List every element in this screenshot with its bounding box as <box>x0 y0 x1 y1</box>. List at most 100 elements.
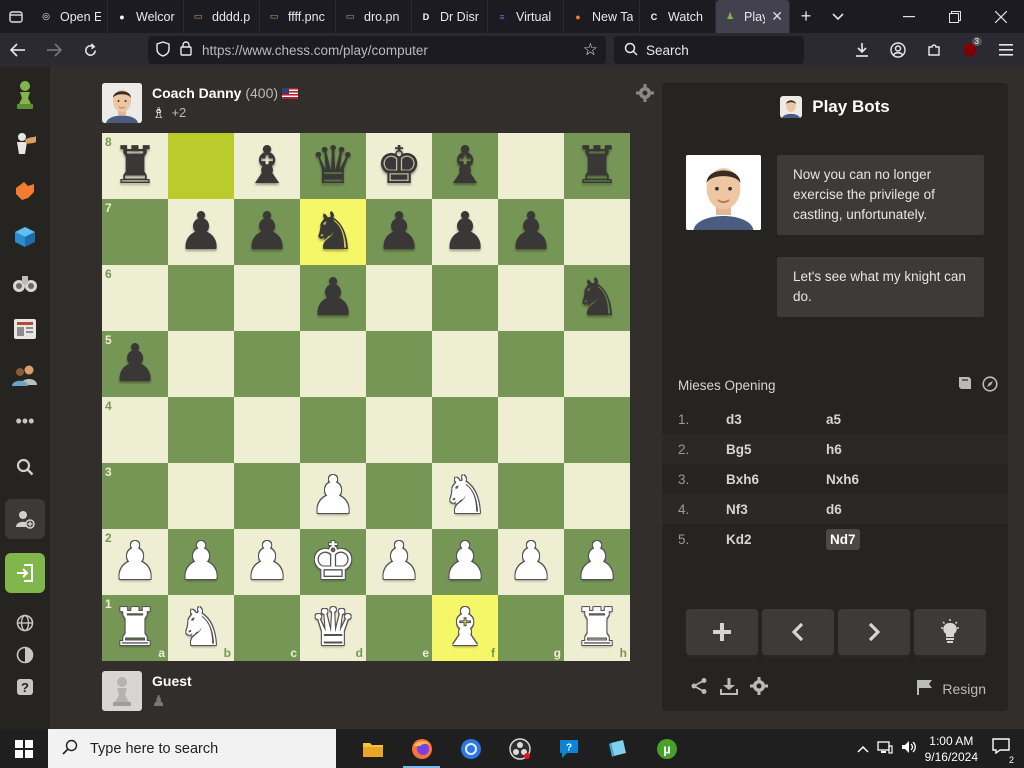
close-window-button[interactable] <box>978 0 1024 33</box>
browser-tab[interactable]: ≡ Virtual <box>488 0 564 33</box>
forward-button[interactable] <box>36 33 72 67</box>
square-e5[interactable] <box>366 331 432 397</box>
address-bar[interactable]: https://www.chess.com/play/computer ☆ <box>148 36 606 64</box>
news-icon[interactable] <box>5 309 45 349</box>
black-move[interactable]: d6 <box>826 502 926 517</box>
square-a5[interactable]: 5 ♟ <box>102 331 168 397</box>
notepad-taskbar-icon[interactable] <box>593 729 642 768</box>
black-move[interactable]: a5 <box>826 412 926 427</box>
browser-tab[interactable]: D Dr Disr <box>412 0 488 33</box>
guest-avatar[interactable] <box>102 671 142 711</box>
square-a7[interactable]: 7 <box>102 199 168 265</box>
square-g5[interactable] <box>498 331 564 397</box>
previous-move-button[interactable] <box>762 609 834 655</box>
square-g8[interactable] <box>498 133 564 199</box>
square-c7[interactable]: ♟ <box>234 199 300 265</box>
square-c8[interactable]: ♝ <box>234 133 300 199</box>
white-pawn-piece[interactable]: ♟ <box>178 536 225 588</box>
help-app-taskbar-icon[interactable]: ? <box>544 729 593 768</box>
white-pawn-piece[interactable]: ♟ <box>574 536 621 588</box>
square-b8[interactable] <box>168 133 234 199</box>
square-d5[interactable] <box>300 331 366 397</box>
log-in-button[interactable] <box>5 553 45 593</box>
square-f5[interactable] <box>432 331 498 397</box>
square-b1[interactable]: b ♞ <box>168 595 234 661</box>
firefox-taskbar-icon[interactable] <box>397 729 446 768</box>
browser-tab[interactable]: ▭ dro.pn <box>336 0 412 33</box>
sign-up-button[interactable] <box>5 499 45 539</box>
bookmark-star-icon[interactable]: ☆ <box>583 40 598 60</box>
next-move-button[interactable] <box>838 609 910 655</box>
white-move[interactable]: Bg5 <box>726 442 826 457</box>
browser-tab[interactable]: ♟ Play ✕ <box>716 0 790 33</box>
back-button[interactable] <box>0 33 36 67</box>
account-icon[interactable] <box>880 33 916 67</box>
square-e2[interactable]: ♟ <box>366 529 432 595</box>
white-pawn-piece[interactable]: ♟ <box>244 536 291 588</box>
square-d2[interactable]: ♚ <box>300 529 366 595</box>
menu-hamburger-icon[interactable] <box>988 33 1024 67</box>
white-king-piece[interactable]: ♚ <box>310 536 357 588</box>
square-a3[interactable]: 3 <box>102 463 168 529</box>
square-f1[interactable]: f ♝ <box>432 595 498 661</box>
learn-cube-icon[interactable] <box>5 217 45 257</box>
square-a6[interactable]: 6 <box>102 265 168 331</box>
watch-binoculars-icon[interactable] <box>5 263 45 303</box>
extensions-puzzle-icon[interactable] <box>916 33 952 67</box>
square-g1[interactable]: g <box>498 595 564 661</box>
search-icon[interactable] <box>5 447 45 487</box>
board-settings-gear-icon[interactable] <box>636 84 654 107</box>
share-icon[interactable] <box>690 677 708 700</box>
square-f4[interactable] <box>432 397 498 463</box>
home-pawn-logo-icon[interactable] <box>5 75 45 115</box>
game-settings-gear-icon[interactable] <box>750 677 768 700</box>
browser-tab[interactable]: C Watch <box>640 0 716 33</box>
white-pawn-piece[interactable]: ♟ <box>376 536 423 588</box>
square-a8[interactable]: 8 ♜ <box>102 133 168 199</box>
square-e1[interactable]: e <box>366 595 432 661</box>
square-g7[interactable]: ♟ <box>498 199 564 265</box>
chrome-taskbar-icon[interactable] <box>446 729 495 768</box>
square-h7[interactable] <box>564 199 630 265</box>
square-h6[interactable]: ♞ <box>564 265 630 331</box>
file-explorer-icon[interactable] <box>348 729 397 768</box>
show-hidden-icons-chevron-icon[interactable] <box>857 742 869 756</box>
network-icon[interactable] <box>876 740 893 757</box>
white-pawn-piece[interactable]: ♟ <box>310 470 357 522</box>
white-bishop-piece[interactable]: ♝ <box>442 602 489 654</box>
minimize-button[interactable] <box>886 0 932 33</box>
close-tab-icon[interactable]: ✕ <box>771 8 783 25</box>
hint-lightbulb-button[interactable] <box>914 609 986 655</box>
square-c4[interactable] <box>234 397 300 463</box>
white-pawn-piece[interactable]: ♟ <box>508 536 555 588</box>
browser-tab[interactable]: ● Welcor <box>108 0 184 33</box>
square-a2[interactable]: 2 ♟ <box>102 529 168 595</box>
square-f2[interactable]: ♟ <box>432 529 498 595</box>
new-game-plus-button[interactable] <box>686 609 758 655</box>
white-move[interactable]: Kd2 <box>726 532 826 547</box>
black-pawn-piece[interactable]: ♟ <box>244 206 291 258</box>
square-b5[interactable] <box>168 331 234 397</box>
square-a4[interactable]: 4 <box>102 397 168 463</box>
windows-start-icon[interactable] <box>0 729 48 768</box>
square-h3[interactable] <box>564 463 630 529</box>
square-e8[interactable]: ♚ <box>366 133 432 199</box>
guest-name[interactable]: Guest <box>152 673 192 689</box>
square-e7[interactable]: ♟ <box>366 199 432 265</box>
square-d7[interactable]: ♞ <box>300 199 366 265</box>
url-text[interactable]: https://www.chess.com/play/computer <box>202 43 428 58</box>
black-pawn-piece[interactable]: ♟ <box>442 206 489 258</box>
square-h2[interactable]: ♟ <box>564 529 630 595</box>
puzzles-icon[interactable] <box>5 171 45 211</box>
square-d8[interactable]: ♛ <box>300 133 366 199</box>
square-f8[interactable]: ♝ <box>432 133 498 199</box>
square-a1[interactable]: 1 a ♜ <box>102 595 168 661</box>
restore-button[interactable] <box>932 0 978 33</box>
square-b6[interactable] <box>168 265 234 331</box>
square-d6[interactable]: ♟ <box>300 265 366 331</box>
square-b3[interactable] <box>168 463 234 529</box>
black-move[interactable]: Nxh6 <box>826 472 926 487</box>
square-e4[interactable] <box>366 397 432 463</box>
coach-avatar[interactable] <box>102 83 142 123</box>
black-king-piece[interactable]: ♚ <box>376 140 423 192</box>
